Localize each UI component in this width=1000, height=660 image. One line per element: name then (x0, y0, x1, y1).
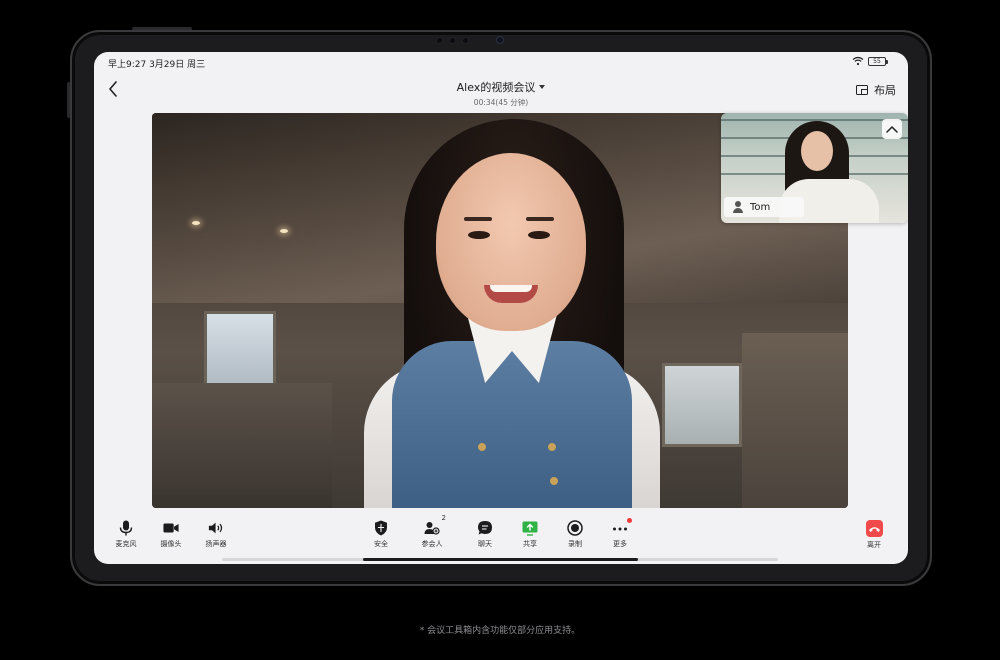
video-background-window (204, 311, 276, 393)
hang-up-icon (865, 520, 883, 537)
leave-button[interactable]: 离开 (854, 520, 894, 550)
ceiling-light (280, 229, 288, 233)
front-camera-lens (496, 36, 504, 44)
shield-icon (373, 520, 389, 536)
security-label: 安全 (374, 540, 388, 548)
participants-label: 参会人 (421, 540, 443, 548)
more-icon (612, 518, 632, 536)
leave-label: 离开 (867, 541, 881, 549)
layout-icon (856, 85, 868, 95)
wifi-icon (852, 56, 864, 66)
chat-label: 聊天 (478, 540, 492, 548)
more-label: 更多 (613, 540, 627, 548)
camera-icon (163, 520, 179, 536)
video-background-partition (152, 383, 332, 508)
more-button[interactable]: 更多 (600, 518, 640, 549)
caret-down-icon (539, 85, 546, 89)
status-bar: 早上9:27 3月29日 周三 55 (94, 52, 908, 74)
battery-level: 55 (873, 57, 881, 65)
meeting-title: Alex的视频会议 (456, 81, 536, 94)
participants-count-badge: 2 (441, 514, 446, 522)
microphone-label: 麦克风 (115, 540, 137, 548)
layout-button[interactable]: 布局 (856, 82, 896, 98)
camera-button[interactable]: 摄像头 (151, 520, 191, 549)
participants-button[interactable]: 2 参会人 (412, 514, 452, 549)
microphone-icon (118, 520, 134, 536)
chevron-up-icon (886, 126, 898, 133)
pip-video-feed[interactable]: Tom (721, 113, 908, 223)
speaker-icon (208, 520, 224, 536)
main-participant-image (352, 113, 672, 508)
meeting-title-dropdown[interactable]: Alex的视频会议 (457, 79, 546, 95)
record-button[interactable]: 录制 (555, 520, 595, 549)
battery-icon: 55 (868, 56, 888, 66)
pip-collapse-button[interactable] (882, 119, 902, 139)
security-button[interactable]: 安全 (361, 520, 401, 549)
notification-dot (627, 518, 632, 523)
status-time: 早上9:27 3月29日 周三 (108, 60, 206, 70)
video-background-window (662, 363, 742, 447)
meeting-timer: 00:34(45 分钟) (473, 98, 529, 107)
layout-label: 布局 (874, 84, 896, 97)
participants-icon: 2 (424, 514, 446, 536)
camera-label: 摄像头 (160, 540, 182, 548)
chat-button[interactable]: 聊天 (465, 520, 505, 549)
record-label: 录制 (568, 540, 582, 548)
chat-icon (477, 520, 493, 536)
ceiling-light (192, 221, 200, 225)
share-screen-label: 共享 (523, 540, 537, 548)
share-screen-button[interactable]: 共享 (510, 520, 550, 549)
microphone-button[interactable]: 麦克风 (106, 520, 146, 549)
home-indicator[interactable] (363, 558, 638, 561)
user-icon (732, 201, 744, 213)
speaker-label: 扬声器 (205, 540, 227, 548)
front-camera-array (436, 37, 469, 44)
footnote: * 会议工具箱内含功能仅部分应用支持。 (419, 626, 581, 636)
meeting-header: Alex的视频会议 00:34(45 分钟) (94, 76, 908, 108)
record-icon (567, 520, 583, 536)
speaker-button[interactable]: 扬声器 (196, 520, 236, 549)
pip-participant-name: Tom (750, 201, 771, 213)
video-background-wall (742, 333, 848, 508)
share-screen-icon (522, 520, 538, 536)
pip-name-tag: Tom (724, 197, 804, 217)
tablet-screen: 早上9:27 3月29日 周三 55 Alex的视频会议 00:34(45 分钟… (94, 52, 908, 564)
